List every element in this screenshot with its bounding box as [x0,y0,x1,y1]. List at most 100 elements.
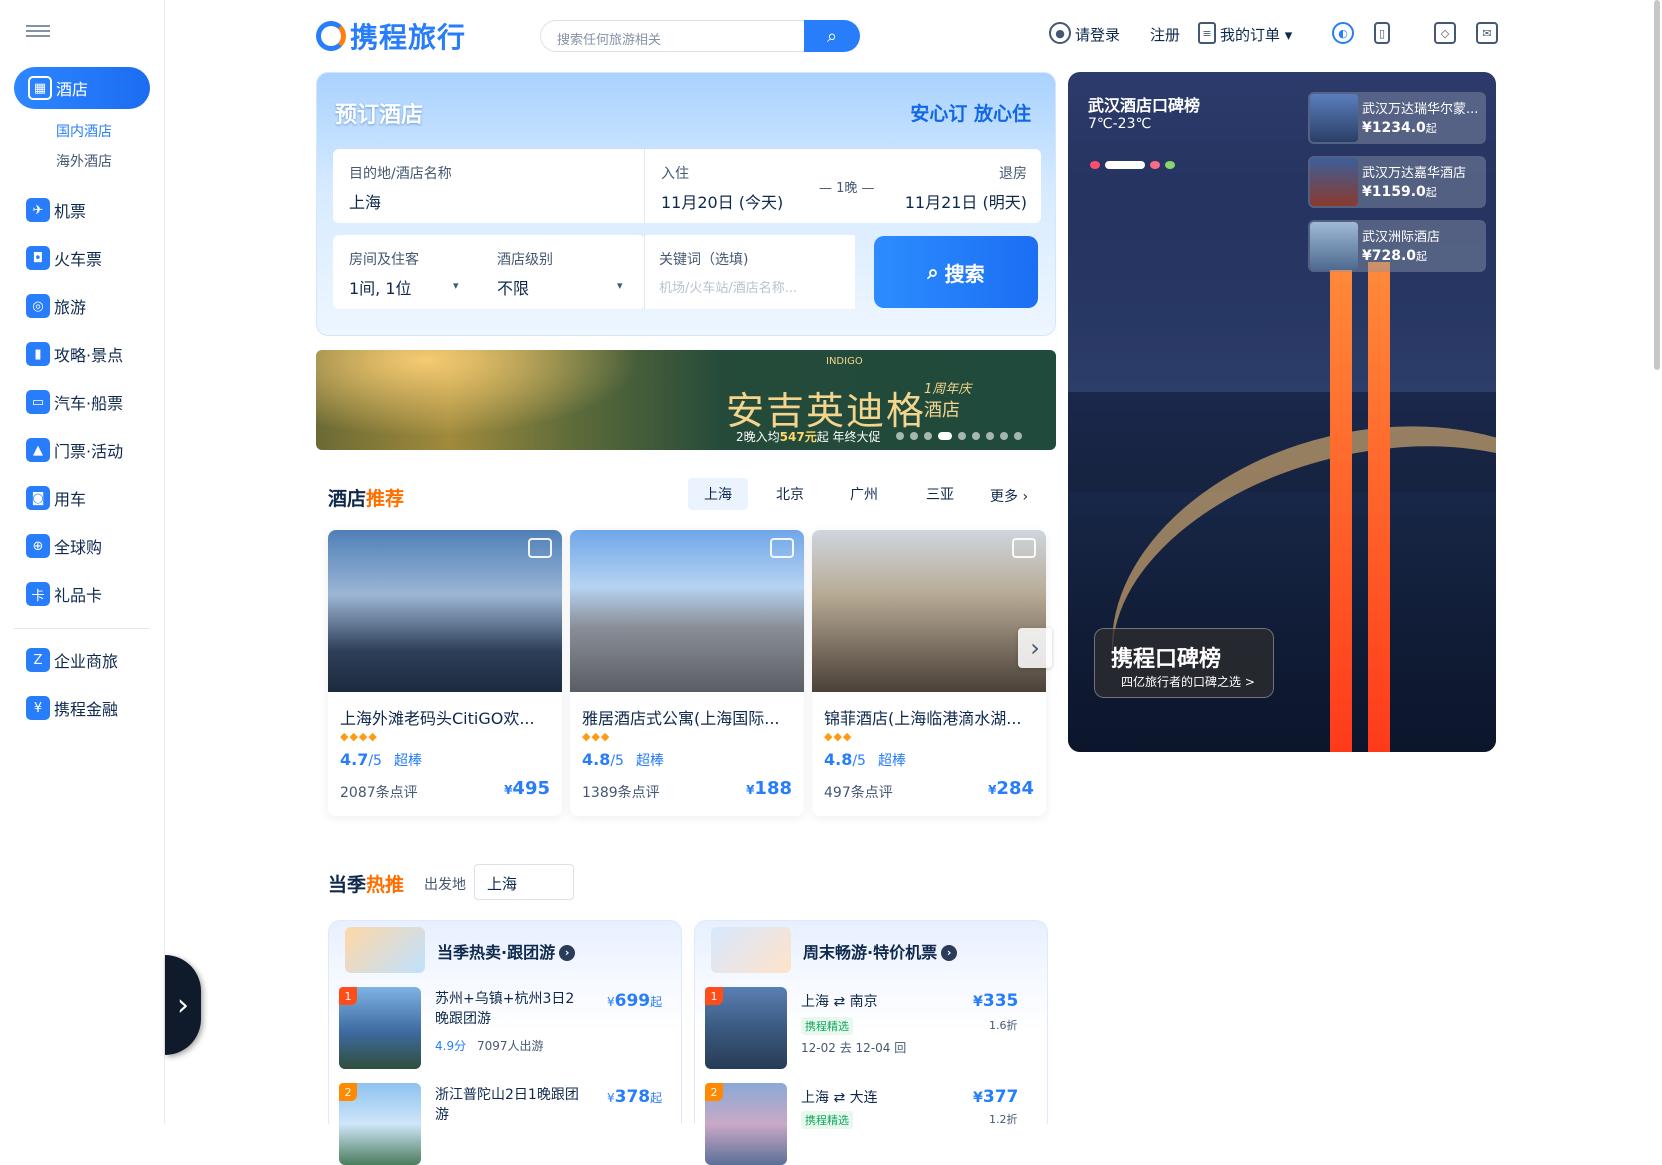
departure-city-select[interactable]: 上海 [474,864,574,900]
mobile-app-icon[interactable]: ▯ [1374,22,1390,44]
sidebar-item-train[interactable]: ◘ 火车票 [26,240,102,276]
carousel-next-button[interactable]: › [1018,628,1052,668]
tour-panel-title[interactable]: 当季热卖·跟团游 › [437,939,576,963]
sidebar-item-gift-card[interactable]: 卡 礼品卡 [26,576,102,612]
sidebar-item-label: 机票 [54,202,87,221]
flight-route[interactable]: 上海 ⇄ 大连 [801,1087,878,1107]
koubei-badge[interactable]: 携程口碑榜 四亿旅行者的口碑之选 > [1094,628,1274,698]
flight-panel: 周末畅游·特价机票 › 1 上海 ⇄ 南京 携程精选 12-02 去 12-04 … [694,920,1048,1165]
hotel-card[interactable]: 雅居酒店式公寓(上海国际... ◆◆◆ 4.8/5 超棒 1389条点评 ¥18… [570,530,804,816]
gift-card-icon: 卡 [26,582,50,606]
sidebar-item-bus[interactable]: ▭ 汽车·船票 [26,384,123,420]
ranking-card[interactable]: 武汉万达瑞华尔蒙... ¥1234.0起 [1308,92,1486,144]
my-orders-link[interactable]: 我的订单 ▾ [1220,24,1292,45]
sidebar-item-flights[interactable]: ✈ 机票 [26,192,86,228]
ranking-thumbnail [1310,158,1358,206]
city-tab-beijing[interactable]: 北京 [760,478,820,510]
tour-name[interactable]: 浙江普陀山2日1晚跟团游 [435,1085,587,1125]
hotel-level-field[interactable]: 酒店级别 不限 ▾ [483,235,645,309]
city-tab-guangzhou[interactable]: 广州 [834,478,894,510]
carousel-dot[interactable] [910,432,918,440]
sidebar-sub-domestic-hotel[interactable]: 国内酒店 [56,121,112,141]
login-link[interactable]: 请登录 [1075,24,1120,45]
accessibility-icon[interactable]: ◇ [1434,22,1456,44]
nights-label: — 1晚 — [819,181,875,196]
hero-title[interactable]: 武汉酒店口碑榜 [1088,92,1200,116]
feedback-icon[interactable]: ✉ [1476,22,1498,44]
ranking-card[interactable]: 武汉洲际酒店 ¥728.0起 [1308,220,1486,272]
sidebar-item-label: 全球购 [54,538,103,557]
ranking-card[interactable]: 武汉万达嘉华酒店 ¥1159.0起 [1308,156,1486,208]
user-avatar-icon[interactable]: ● [1049,22,1071,44]
rooms-guests-field[interactable]: 房间及住客 1间, 1位 ▾ [333,235,479,309]
hotel-reviews: 2087条点评 [340,785,418,801]
hotel-rating-tag: 超棒 [394,753,422,769]
destination-field[interactable]: 目的地/酒店名称 上海 [333,149,645,223]
sidebar-sub-overseas-hotel[interactable]: 海外酒店 [56,151,112,171]
carousel-dot[interactable] [924,432,932,440]
city-tab-shanghai[interactable]: 上海 [688,478,748,510]
hotel-ranking-hero[interactable]: 武汉酒店口碑榜 7℃-23℃ 武汉万达瑞华尔蒙... ¥1234.0起 武汉万达… [1068,72,1496,752]
promo-banner[interactable]: INDIGO 安吉英迪格 1周年庆 酒店 2晚入均547元起 年终大促 [316,350,1056,450]
banner-subtitle: 2晚入均547元起 年终大促 [736,430,881,444]
hotel-card[interactable]: 锦菲酒店(上海临港滴水湖... ◆◆◆ 4.8/5 超棒 497条点评 ¥284 [812,530,1046,816]
chevron-down-icon: ▾ [617,279,623,292]
global-search-input[interactable]: 搜索任何旅游相关 [540,20,804,52]
favorite-icon[interactable] [1012,538,1036,558]
carousel-dot[interactable] [972,432,980,440]
sidebar-item-label: 企业商旅 [54,652,119,671]
keyword-field[interactable]: 关键词（选填) 机场/火车站/酒店名称... [645,235,855,309]
banner-image [316,350,676,450]
hotel-search-button[interactable]: ⌕ 搜索 [874,236,1038,308]
destination-value: 上海 [349,193,382,212]
sidebar-item-guide[interactable]: ▮ 攻略·景点 [26,336,123,372]
sidebar: ▦ 酒店 国内酒店 海外酒店 ✈ 机票 ◘ 火车票 ◎ 旅游 ▮ 攻略·景点 ▭… [0,0,165,1124]
carousel-dot[interactable] [1000,432,1008,440]
sidebar-item-label: 旅游 [54,298,87,317]
city-tab-sanya[interactable]: 三亚 [910,478,970,510]
register-link[interactable]: 注册 [1150,24,1180,45]
shopping-icon: ⊕ [26,534,50,558]
sidebar-item-label: 门票·活动 [54,442,124,461]
date-field[interactable]: 入住 11月20日 (今天) — 1晚 — 退房 11月21日 (明天) [645,149,1041,223]
sidebar-item-tickets[interactable]: ▲ 门票·活动 [26,432,123,468]
booking-row-2: 房间及住客 1间, 1位 ▾ 酒店级别 不限 ▾ [333,235,645,309]
sidebar-expand-button[interactable]: › [165,955,201,1055]
sidebar-item-business[interactable]: Z 企业商旅 [26,642,118,678]
carousel-dot[interactable] [896,432,904,440]
ctrip-logo-icon [316,21,346,51]
customer-service-icon[interactable]: ◐ [1332,22,1354,44]
tour-score: 4.9分 [435,1039,467,1053]
rooms-value: 1间, 1位 [349,279,412,298]
hotel-price: ¥495 [504,778,550,799]
hotel-card[interactable]: 上海外滩老码头CitiGO欢... ◆◆◆◆ 4.7/5 超棒 2087条点评 … [328,530,562,816]
sidebar-item-global-shopping[interactable]: ⊕ 全球购 [26,528,102,564]
more-hotels-link[interactable]: 更多 › [990,486,1028,506]
page-scrollbar[interactable] [1654,0,1660,370]
carousel-dot[interactable] [986,432,994,440]
flight-route[interactable]: 上海 ⇄ 南京 [801,991,878,1011]
order-icon[interactable]: ≡ [1198,22,1216,44]
keyword-placeholder: 机场/火车站/酒店名称... [659,281,798,296]
tour-name[interactable]: 苏州+乌镇+杭州3日2晚跟团游 [435,989,587,1029]
flight-panel-title[interactable]: 周末畅游·特价机票 › [803,939,958,963]
rank-badge: 1 [339,987,357,1005]
checkin-value: 11月20日 (今天) [661,193,784,212]
global-search-button[interactable]: ⌕ [804,20,860,52]
favorite-icon[interactable] [528,538,552,558]
carousel-dot-active[interactable] [938,432,952,440]
carousel-dot[interactable] [1014,432,1022,440]
ticket-icon: ▲ [26,438,50,462]
favorite-icon[interactable] [770,538,794,558]
chevron-right-icon: › [177,987,189,1023]
menu-toggle-icon[interactable] [26,22,50,42]
sidebar-item-travel[interactable]: ◎ 旅游 [26,288,86,324]
ctrip-logo[interactable]: 携程旅行 [316,18,512,54]
sidebar-item-car[interactable]: ◙ 用车 [26,480,86,516]
destination-label: 目的地/酒店名称 [349,166,452,182]
sidebar-item-finance[interactable]: ¥ 携程金融 [26,690,118,726]
sidebar-item-hotel[interactable]: ▦ 酒店 [14,67,150,109]
carousel-dot[interactable] [958,432,966,440]
rank-badge: 2 [339,1083,357,1101]
sidebar-divider [14,628,150,629]
